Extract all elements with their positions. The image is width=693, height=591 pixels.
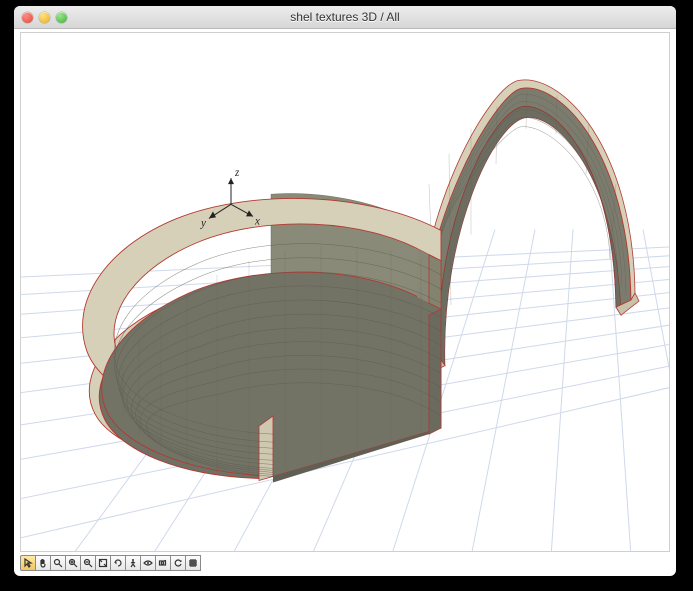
select-tool[interactable]: [20, 555, 36, 571]
grid-tool[interactable]: [185, 555, 201, 571]
pan-tool[interactable]: [35, 555, 51, 571]
camera-tool[interactable]: [155, 555, 171, 571]
zoom-icon[interactable]: [56, 12, 67, 23]
3d-viewport[interactable]: z y x: [20, 32, 670, 552]
zoom-in-tool[interactable]: [65, 555, 81, 571]
arch-mesh: [416, 80, 639, 372]
refresh-tool[interactable]: [170, 555, 186, 571]
walk-tool[interactable]: [125, 555, 141, 571]
axis-x-label: x: [254, 215, 260, 227]
view-toolbar: [20, 554, 200, 572]
axis-z-label: z: [234, 167, 240, 179]
window-controls: [14, 12, 67, 23]
window-title: shel textures 3D / All: [14, 10, 676, 24]
curved-wall-mesh: [78, 193, 441, 482]
app-window: shel textures 3D / All: [14, 6, 676, 576]
look-tool[interactable]: [140, 555, 156, 571]
zoom-tool[interactable]: [50, 555, 66, 571]
minimize-icon[interactable]: [39, 12, 50, 23]
close-icon[interactable]: [22, 12, 33, 23]
zoom-extents-tool[interactable]: [95, 555, 111, 571]
titlebar[interactable]: shel textures 3D / All: [14, 6, 676, 29]
axis-y-label: y: [200, 217, 206, 229]
rotate-tool[interactable]: [110, 555, 126, 571]
zoom-out-tool[interactable]: [80, 555, 96, 571]
